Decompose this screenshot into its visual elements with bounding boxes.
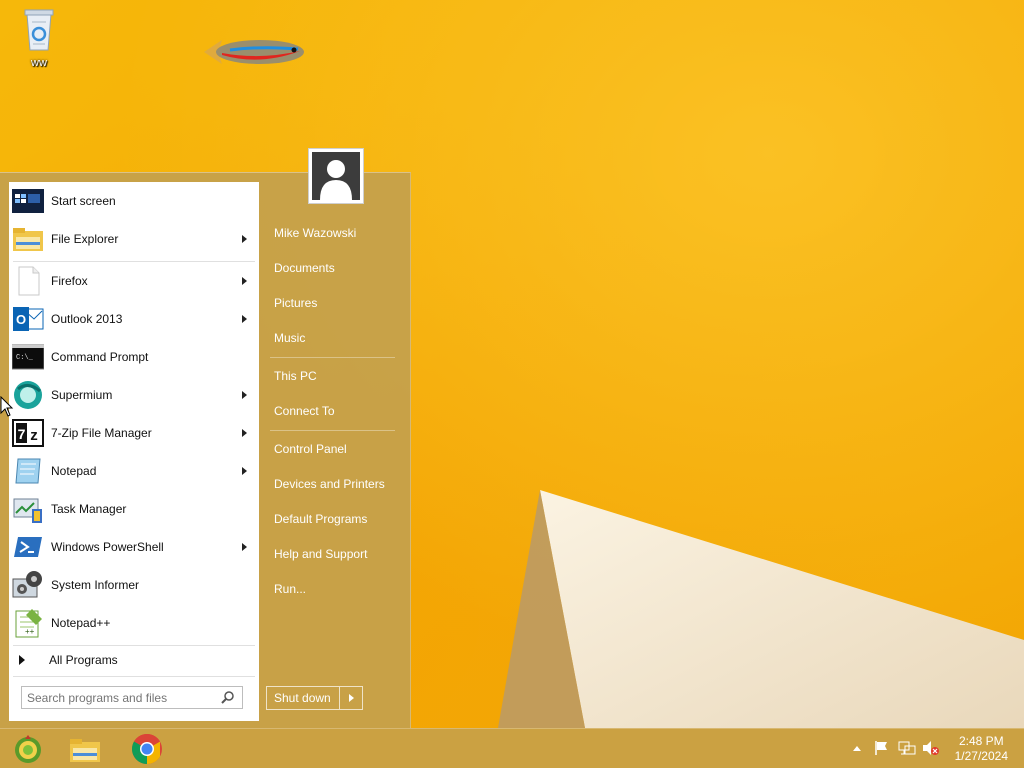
supermium-icon [12,379,44,411]
connect-to-link[interactable]: Connect To [266,395,401,427]
program-command-prompt[interactable]: C:\_ Command Prompt [9,339,259,375]
expand-arrow-icon [19,655,25,665]
user-avatar[interactable] [308,148,364,204]
taskbar-chrome[interactable] [119,729,175,768]
program-notepad[interactable]: Notepad [9,453,259,489]
program-supermium[interactable]: Supermium [9,377,259,413]
show-hidden-icons-icon[interactable] [852,744,862,752]
submenu-arrow-icon [242,315,247,323]
program-outlook[interactable]: O Outlook 2013 [9,301,259,337]
program-label: Firefox [51,274,88,288]
pictures-link[interactable]: Pictures [266,287,401,319]
clock-date: 1/27/2024 [954,749,1008,763]
program-7zip[interactable]: 7z 7-Zip File Manager [9,415,259,451]
user-name-link[interactable]: Mike Wazowski [266,217,401,249]
taskbar: 2:48 PM 1/27/2024 [0,728,1024,768]
taskbar-file-explorer[interactable] [57,729,113,768]
program-label: Notepad [51,464,97,478]
divider [13,676,255,677]
start-menu: Start screen File Explorer Firefox O Out… [0,172,411,728]
divider [13,261,255,262]
outlook-icon: O [12,303,44,335]
recycle-bin-icon [24,9,54,51]
run-link[interactable]: Run... [266,573,401,605]
shutdown-button[interactable]: Shut down [267,691,339,705]
submenu-arrow-icon [242,467,247,475]
task-manager-icon [12,493,44,525]
volume-muted-icon[interactable] [922,740,940,756]
submenu-arrow-icon [242,391,247,399]
system-informer-icon [12,569,44,601]
svg-text:z: z [30,427,38,444]
program-label: 7-Zip File Manager [51,426,152,440]
chrome-icon [131,733,162,764]
help-support-link[interactable]: Help and Support [266,538,401,570]
program-label: Outlook 2013 [51,312,123,326]
program-system-informer[interactable]: System Informer [9,567,259,603]
fish-icon [204,40,304,64]
shutdown-options-arrow-icon[interactable] [339,687,362,709]
program-label: Windows PowerShell [51,540,164,554]
search-box[interactable] [21,686,243,709]
program-label: Task Manager [51,502,127,516]
clock-time: 2:48 PM [958,734,1004,748]
powershell-icon [12,531,44,563]
music-link[interactable]: Music [266,322,401,354]
start-button[interactable] [0,729,56,768]
program-label: Start screen [51,194,116,208]
devices-printers-link[interactable]: Devices and Printers [266,468,401,500]
firefox-icon [12,265,44,297]
start-orb-icon [15,735,41,763]
search-input[interactable] [22,687,220,708]
start-screen-icon [12,185,44,217]
svg-text:O: O [16,312,26,327]
program-start-screen[interactable]: Start screen [9,183,259,219]
program-label: Command Prompt [51,350,149,364]
default-programs-link[interactable]: Default Programs [266,503,401,535]
mouse-cursor-icon [0,396,14,417]
programs-pane: Start screen File Explorer Firefox O Out… [9,182,259,721]
divider [13,645,255,646]
all-programs-button[interactable]: All Programs [9,647,259,673]
file-explorer-icon [12,223,44,255]
submenu-arrow-icon [242,235,247,243]
program-powershell[interactable]: Windows PowerShell [9,529,259,565]
recycle-bin[interactable]: ww [18,6,60,69]
submenu-arrow-icon [242,277,247,285]
svg-text:7: 7 [18,426,26,442]
control-panel-link[interactable]: Control Panel [266,433,401,465]
notepad-plus-plus-icon: ++ [12,607,44,639]
network-icon[interactable] [898,740,916,756]
7zip-icon: 7z [12,417,44,449]
program-label: System Informer [51,578,140,592]
all-programs-label: All Programs [49,653,118,667]
submenu-arrow-icon [242,543,247,551]
program-firefox[interactable]: Firefox [9,263,259,299]
notepad-icon [12,455,44,487]
documents-link[interactable]: Documents [266,252,401,284]
search-icon[interactable] [220,690,236,706]
program-label: Supermium [51,388,113,402]
recycle-bin-label: ww [31,57,47,69]
file-explorer-icon [70,739,100,762]
command-prompt-icon: C:\_ [11,341,45,373]
submenu-arrow-icon [242,429,247,437]
clock[interactable]: 2:48 PM 1/27/2024 [955,734,1008,764]
program-notepad-plus-plus[interactable]: ++ Notepad++ [9,605,259,641]
svg-text:C:\_: C:\_ [16,354,34,362]
user-silhouette-icon [312,152,360,200]
svg-text:++: ++ [25,627,35,636]
program-task-manager[interactable]: Task Manager [9,491,259,527]
divider [270,430,395,431]
program-label: Notepad++ [51,616,111,630]
action-center-flag-icon[interactable] [874,740,890,756]
divider [270,357,395,358]
shutdown-control: Shut down [266,686,363,710]
this-pc-link[interactable]: This PC [266,360,401,392]
program-label: File Explorer [51,232,119,246]
program-file-explorer[interactable]: File Explorer [9,221,259,257]
